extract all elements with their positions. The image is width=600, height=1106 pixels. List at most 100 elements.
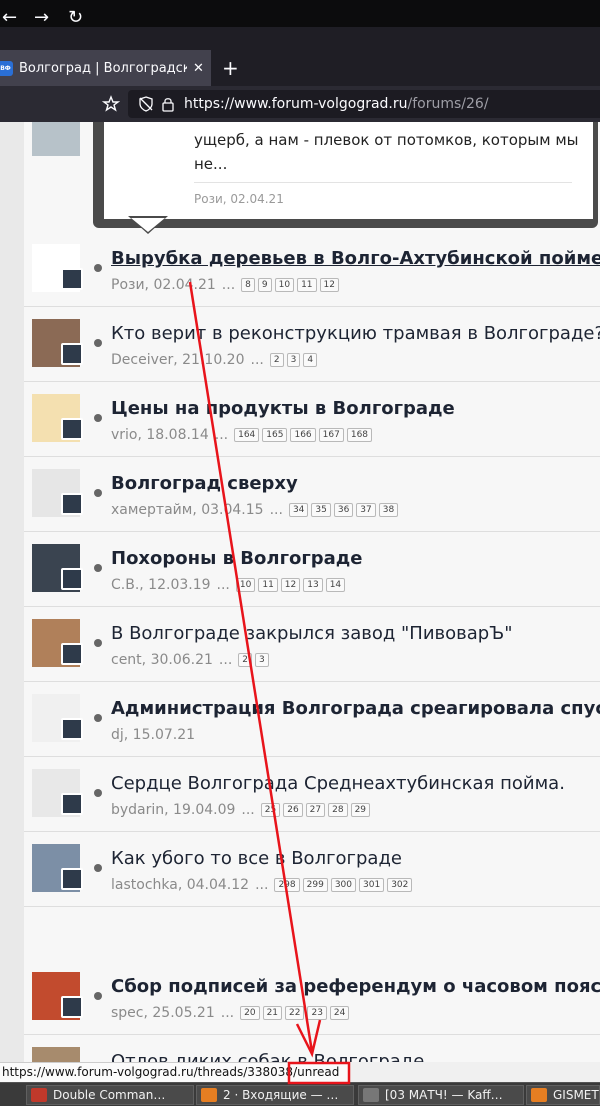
thread-title-link[interactable]: Сердце Волгограда Среднеахтубинская пойм… <box>111 773 565 794</box>
page-link[interactable]: 2 <box>269 353 284 367</box>
page-link[interactable]: 11 <box>297 278 317 292</box>
thread-row[interactable]: Волгоград сверху хамертайм, 03.04.15... 34… <box>24 457 600 532</box>
thread-row[interactable]: Сбор подписей за референдум о часовом по… <box>24 960 600 1035</box>
thread-title-link[interactable]: Цены на продукты в Волгограде <box>111 398 455 419</box>
forward-button[interactable]: → <box>34 6 49 30</box>
bookmark-star-icon[interactable] <box>102 95 120 113</box>
thread-row[interactable]: Похороны в Волгограде С.В., 12.03.19... 10… <box>24 532 600 607</box>
page-link[interactable]: 2 <box>238 653 253 667</box>
thread-author-date[interactable]: lastochka, 04.04.12 <box>111 877 249 893</box>
page-link[interactable]: 21 <box>262 1006 283 1020</box>
page-link[interactable]: 35 <box>311 503 331 517</box>
page-link[interactable]: 37 <box>356 503 376 517</box>
thread-title-link[interactable]: Отлов диких собак в Волгограде <box>111 1051 424 1062</box>
thread-title-link[interactable]: Похороны в Волгограде <box>111 548 363 569</box>
url-text[interactable]: https://www.forum-volgograd.ru/forums/26… <box>184 96 489 112</box>
page-link[interactable]: 13 <box>303 578 323 592</box>
back-button[interactable]: ← <box>2 6 17 30</box>
thread-author-date[interactable]: Рози, 02.04.21 <box>111 277 216 293</box>
tab-close-icon[interactable]: ✕ <box>193 61 204 76</box>
page-link[interactable]: 14 <box>325 578 346 592</box>
new-tab-button[interactable]: + <box>222 56 239 80</box>
page-link[interactable]: 300 <box>330 878 356 892</box>
last-poster-avatar[interactable] <box>61 996 83 1018</box>
page-link[interactable]: 8 <box>241 278 255 292</box>
page-link[interactable]: 302 <box>387 878 413 892</box>
thread-title-link[interactable]: Кто верит в реконструкцию трамвая в Волг… <box>111 323 600 344</box>
page-link[interactable]: 29 <box>350 803 371 817</box>
page-link[interactable]: 168 <box>346 428 373 442</box>
page-link[interactable]: 166 <box>290 428 316 442</box>
thread-author-date[interactable]: cent, 30.06.21 <box>111 652 213 668</box>
page-link[interactable]: 12 <box>319 278 339 292</box>
page-link[interactable]: 25 <box>260 803 281 817</box>
page-link[interactable]: 24 <box>329 1006 350 1020</box>
thread-row[interactable]: Цены на продукты в Волгограде vrio, 18.08… <box>24 382 600 457</box>
taskbar-item-gismeteo[interactable]: GISMET <box>526 1085 600 1105</box>
thread-author-date[interactable]: dj, 15.07.21 <box>111 727 195 743</box>
last-poster-avatar[interactable] <box>61 568 83 590</box>
last-poster-avatar[interactable] <box>61 793 83 815</box>
thread-row[interactable]: Вырубка деревьев в Волго-Ахтубинской пой… <box>24 232 600 307</box>
last-poster-avatar[interactable] <box>61 643 83 665</box>
thread-author-date[interactable]: хамертайм, 03.04.15 <box>111 502 264 518</box>
last-poster-avatar[interactable] <box>61 343 83 365</box>
page-link[interactable]: 301 <box>359 878 385 892</box>
last-poster-avatar[interactable] <box>61 418 83 440</box>
thread-author-date[interactable]: С.В., 12.03.19 <box>111 577 211 593</box>
thread-row[interactable]: Сердце Волгограда Среднеахтубинская пойм… <box>24 757 600 832</box>
page-link[interactable]: 20 <box>240 1006 260 1020</box>
page-link[interactable]: 164 <box>234 428 260 442</box>
preview-meta: Рози, 02.04.21 <box>194 192 284 206</box>
page-link[interactable]: 167 <box>318 428 344 442</box>
page-link[interactable]: 26 <box>283 803 303 817</box>
page-link[interactable]: 22 <box>285 1006 305 1020</box>
tracking-protection-icon[interactable] <box>138 96 154 112</box>
page-link[interactable]: 12 <box>280 578 301 592</box>
pages-ellipsis: ... <box>218 652 233 668</box>
page-link[interactable]: 165 <box>262 428 288 442</box>
author-avatar[interactable] <box>32 1047 80 1062</box>
browser-tab[interactable]: ВФ Волгоград | Волгоградский ✕ <box>0 50 211 86</box>
page-link[interactable]: 36 <box>333 503 354 517</box>
page-link[interactable]: 23 <box>307 1006 327 1020</box>
taskbar-item-double-commander[interactable]: Double Comman… <box>26 1085 194 1105</box>
taskbar-item-player[interactable]: [03 МАТЧ! — Kaff… <box>358 1085 524 1105</box>
thread-title-link[interactable]: В Волгограде закрылся завод "ПивоварЪ" <box>111 623 512 644</box>
thread-title-link[interactable]: Как убого то все в Волгограде <box>111 848 402 869</box>
thread-title-link[interactable]: Администрация Волгограда среагировала сп… <box>111 698 600 719</box>
last-poster-avatar[interactable] <box>61 493 83 515</box>
page-link[interactable]: 34 <box>288 503 309 517</box>
thread-row[interactable]: Кто верит в реконструкцию трамвая в Волг… <box>24 307 600 382</box>
page-link[interactable]: 3 <box>255 653 269 667</box>
page-link[interactable]: 4 <box>303 353 318 367</box>
page-link[interactable]: 298 <box>274 878 300 892</box>
thread-author-date[interactable]: vrio, 18.08.14 <box>111 427 209 443</box>
last-poster-avatar[interactable] <box>61 718 83 740</box>
thread-author-date[interactable]: Deceiver, 21.10.20 <box>111 352 245 368</box>
taskbar-item-mail[interactable]: 2 · Входящие — … <box>196 1085 354 1105</box>
page-link[interactable]: 9 <box>257 278 272 292</box>
unread-dot-icon <box>94 992 102 1000</box>
page-link[interactable]: 10 <box>274 278 295 292</box>
page-link[interactable]: 3 <box>286 353 301 367</box>
thread-author-date[interactable]: spec, 25.05.21 <box>111 1005 215 1021</box>
lock-icon[interactable] <box>161 96 175 112</box>
page-link[interactable]: 28 <box>328 803 348 817</box>
thread-row[interactable]: Администрация Волгограда среагировала сп… <box>24 682 600 757</box>
thread-row[interactable]: В Волгограде закрылся завод "ПивоварЪ" ce… <box>24 607 600 682</box>
page-link[interactable]: 38 <box>378 503 399 517</box>
thread-title-link[interactable]: Волгоград сверху <box>111 473 298 494</box>
page-link[interactable]: 10 <box>235 578 256 592</box>
page-link[interactable]: 11 <box>258 578 278 592</box>
last-poster-avatar[interactable] <box>61 268 83 290</box>
thread-title-link[interactable]: Сбор подписей за референдум о часовом по… <box>111 976 600 997</box>
page-link[interactable]: 27 <box>305 803 326 817</box>
thread-row[interactable]: Как убого то все в Волгограде lastochka, … <box>24 832 600 907</box>
reload-button[interactable]: ↻ <box>68 6 83 30</box>
last-poster-avatar[interactable] <box>61 868 83 890</box>
thread-title-link[interactable]: Вырубка деревьев в Волго-Ахтубинской пой… <box>111 248 600 269</box>
thread-author-date[interactable]: bydarin, 19.04.09 <box>111 802 235 818</box>
thread-row[interactable]: Отлов диких собак в Волгограде <box>24 1035 600 1062</box>
page-link[interactable]: 299 <box>302 878 328 892</box>
